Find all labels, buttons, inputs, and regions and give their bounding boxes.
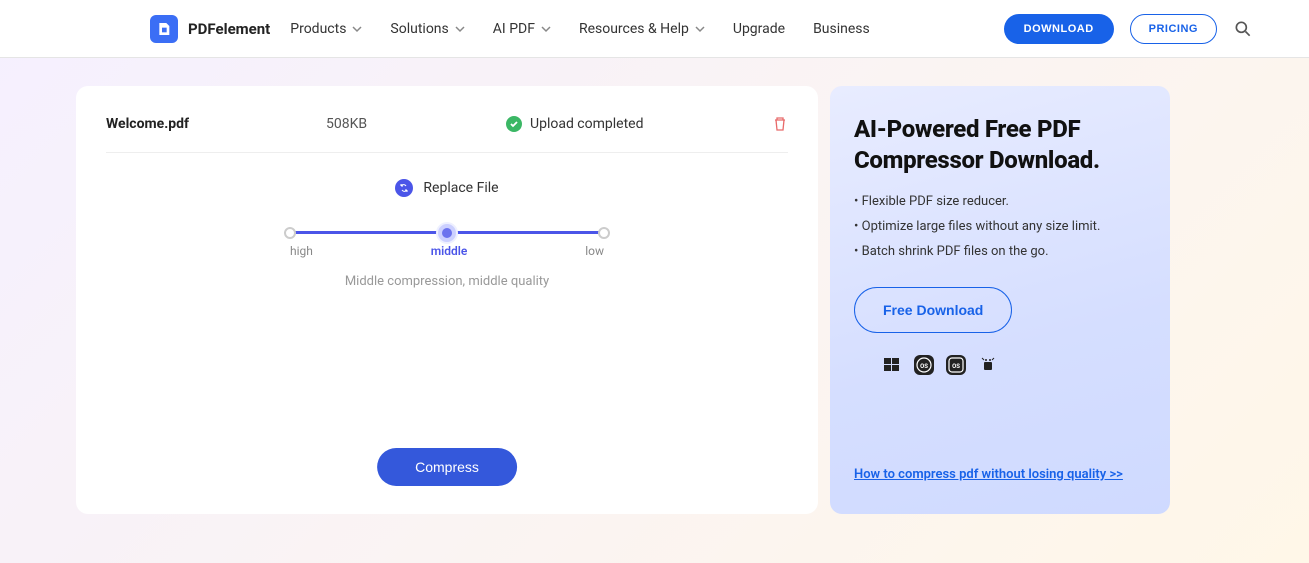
header: PDFelement Products Solutions AI PDF Res… [0, 0, 1309, 58]
search-icon[interactable] [1233, 19, 1253, 39]
replace-file[interactable]: Replace File [106, 179, 788, 197]
slider-middle[interactable] [438, 224, 456, 242]
nav-solutions[interactable]: Solutions [390, 21, 464, 37]
nav: Products Solutions AI PDF Resources & He… [290, 21, 870, 37]
compress-button[interactable]: Compress [377, 448, 517, 486]
nav-label: Upgrade [733, 21, 785, 37]
brand-text: PDFelement [188, 20, 270, 38]
check-icon [506, 116, 522, 132]
slider-high[interactable] [284, 227, 296, 239]
compression-slider: high middle low Middle compression, midd… [290, 231, 604, 289]
svg-text:OS: OS [920, 363, 928, 370]
pricing-button[interactable]: PRICING [1130, 14, 1217, 44]
nav-aipdf[interactable]: AI PDF [493, 21, 551, 37]
file-size: 508KB [326, 116, 506, 132]
slider-track [290, 231, 604, 234]
nav-products[interactable]: Products [290, 21, 362, 37]
chevron-down-icon [541, 24, 551, 34]
main-container: Welcome.pdf 508KB Upload completed Repla… [0, 58, 1309, 514]
windows-icon [882, 355, 902, 375]
nav-right: DOWNLOAD PRICING [1004, 14, 1253, 44]
label-low: low [585, 244, 604, 258]
nav-resources[interactable]: Resources & Help [579, 21, 705, 37]
file-status: Upload completed [506, 116, 772, 132]
replace-icon [395, 179, 413, 197]
android-icon [978, 355, 998, 375]
ios-icon: OS [946, 355, 966, 375]
free-download-button[interactable]: Free Download [854, 287, 1012, 333]
nav-label: Solutions [390, 21, 448, 37]
nav-label: AI PDF [493, 21, 535, 37]
label-high: high [290, 244, 313, 258]
logo-icon [150, 15, 178, 43]
sidebar-title: AI-Powered Free PDF Compressor Download. [854, 114, 1146, 176]
chevron-down-icon [695, 24, 705, 34]
nav-business[interactable]: Business [813, 21, 870, 37]
label-middle: middle [431, 244, 468, 258]
nav-label: Business [813, 21, 870, 37]
slider-desc: Middle compression, middle quality [290, 274, 604, 289]
howto-link[interactable]: How to compress pdf without losing quali… [854, 467, 1123, 482]
macos-icon: OS [914, 355, 934, 375]
nav-label: Resources & Help [579, 21, 689, 37]
slider-labels: high middle low [290, 244, 604, 258]
status-text: Upload completed [530, 116, 644, 132]
svg-text:OS: OS [952, 363, 960, 370]
nav-label: Products [290, 21, 346, 37]
logo[interactable]: PDFelement [150, 15, 270, 43]
file-name: Welcome.pdf [106, 116, 326, 132]
delete-icon[interactable] [772, 116, 788, 132]
feature-list: Flexible PDF size reducer. Optimize larg… [854, 194, 1146, 259]
download-button[interactable]: DOWNLOAD [1004, 14, 1114, 44]
replace-label: Replace File [423, 180, 498, 196]
chevron-down-icon [455, 24, 465, 34]
feature-item: Optimize large files without any size li… [854, 219, 1146, 234]
feature-item: Batch shrink PDF files on the go. [854, 244, 1146, 259]
feature-item: Flexible PDF size reducer. [854, 194, 1146, 209]
compress-panel: Welcome.pdf 508KB Upload completed Repla… [76, 86, 818, 514]
chevron-down-icon [352, 24, 362, 34]
slider-low[interactable] [598, 227, 610, 239]
file-row: Welcome.pdf 508KB Upload completed [106, 116, 788, 153]
nav-upgrade[interactable]: Upgrade [733, 21, 785, 37]
os-icons: OS OS [882, 355, 1146, 375]
sidebar-panel: AI-Powered Free PDF Compressor Download.… [830, 86, 1170, 514]
